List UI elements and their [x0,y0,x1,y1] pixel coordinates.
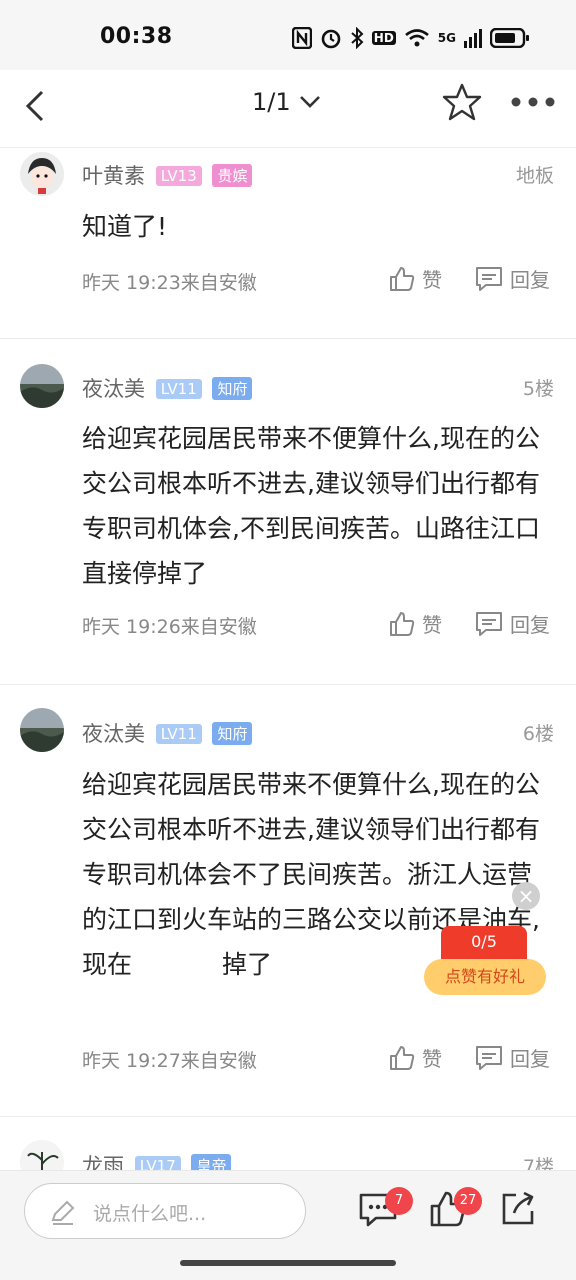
pen-icon [51,1200,75,1225]
post-content: 给迎宾花园居民带来不便算什么,现在的公交公司根本听不进去,建议领导们出行都有专职… [82,424,540,588]
status-time: 00:38 [100,24,173,49]
reply-label: 回复 [510,1047,550,1071]
close-widget-button[interactable]: × [512,882,540,910]
landscape-avatar-icon [20,708,64,752]
reply-button[interactable]: 回复 [474,609,550,638]
like-button[interactable]: 赞 [388,264,442,293]
battery-icon [490,28,529,48]
username-line: 夜汰美 LV11 知府 [82,373,253,403]
like-button[interactable]: 赞 [388,1043,442,1072]
username-line: 夜汰美 LV11 知府 [82,718,253,748]
like-label: 赞 [422,1047,442,1071]
post-meta: 昨天 19:23来自安徽 [82,272,257,294]
cartoon-avatar-icon [20,152,64,196]
comment-count-badge: 7 [385,1187,413,1215]
nfc-icon [291,27,312,49]
post-content: 知道了! [82,212,168,241]
reply-label: 回复 [510,613,550,637]
page-selector[interactable]: 1/1 [252,88,321,116]
floor-label: 5楼 [522,378,554,400]
level-badge: LV11 [155,379,202,399]
share-icon[interactable] [498,1189,538,1229]
landscape-avatar-icon [20,364,64,408]
status-icons: HD 5G [291,24,530,52]
like-count-badge: 27 [454,1187,482,1215]
title-badge: 知府 [212,722,253,745]
floor-label: 6楼 [522,723,554,745]
comment-icon [476,266,502,291]
more-options-icon[interactable] [510,90,556,114]
reply-button[interactable]: 回复 [474,1043,550,1072]
username[interactable]: 夜汰美 [82,377,145,401]
thumbs-up-icon [390,1045,415,1070]
post-meta: 昨天 19:26来自安徽 [82,616,257,638]
thumbs-up-icon [390,266,415,291]
bluetooth-icon [351,27,364,49]
username[interactable]: 叶黄素 [82,164,145,188]
post-content-tail: 掉了 [222,950,273,979]
page-indicator: 1/1 [252,88,291,116]
level-badge: LV13 [155,166,202,186]
like-reward-button[interactable]: 点赞有好礼 [424,959,546,995]
home-indicator[interactable] [180,1260,396,1266]
reply-label: 回复 [510,268,550,292]
alarm-icon [321,29,341,49]
level-badge: LV11 [155,724,202,744]
hd-icon: HD [371,31,396,45]
divider [0,338,576,339]
title-badge: 知府 [212,377,253,400]
status-bar: 00:38 HD 5G [0,0,576,70]
avatar[interactable] [20,152,64,196]
title-badge: 贵嫔 [212,164,253,187]
back-arrow-icon[interactable] [18,86,58,126]
signal-bars-icon [464,29,482,48]
5g-signal-icon: 5G [437,31,456,45]
thumbs-up-icon [390,611,415,636]
comment-icon [476,1045,502,1070]
username-line: 叶黄素 LV13 贵嫔 [82,160,253,190]
comment-placeholder: 说点什么吧... [93,1203,207,1225]
reply-button[interactable]: 回复 [474,264,550,293]
favorite-star-icon[interactable] [442,82,482,122]
divider [0,1116,576,1117]
avatar[interactable] [20,364,64,408]
avatar[interactable] [20,708,64,752]
divider [0,684,576,685]
post-meta: 昨天 19:27来自安徽 [82,1050,257,1072]
like-button[interactable]: 赞 [388,609,442,638]
floor-label: 地板 [515,165,554,187]
like-label: 赞 [422,268,442,292]
top-nav-bar: 1/1 [0,70,576,148]
wifi-icon [404,29,429,47]
username[interactable]: 夜汰美 [82,722,145,746]
chevron-down-icon [299,96,320,108]
comment-icon [476,611,502,636]
like-label: 赞 [422,613,442,637]
like-progress-counter: 0/5 [441,926,527,960]
comment-input[interactable]: 说点什么吧... [24,1183,306,1239]
